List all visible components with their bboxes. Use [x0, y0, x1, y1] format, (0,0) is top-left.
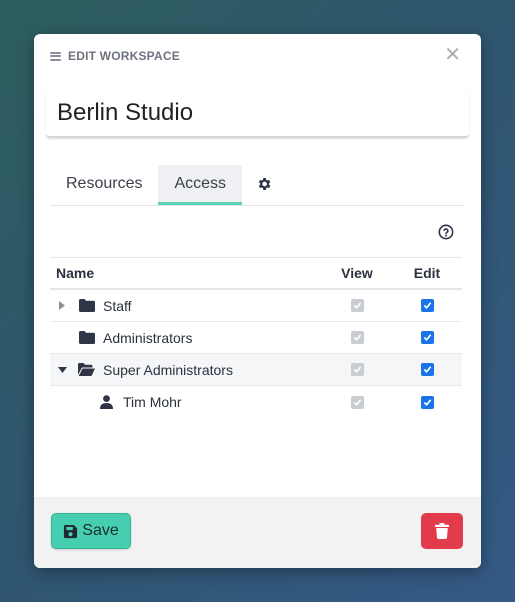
menu-icon — [50, 51, 61, 61]
tab-resources[interactable]: Resources — [50, 165, 158, 205]
folder-open-icon — [78, 363, 95, 377]
delete-button[interactable] — [421, 513, 463, 549]
view-checkbox[interactable] — [350, 299, 364, 312]
view-checkbox[interactable] — [350, 363, 364, 376]
access-grid: Name View Edit Staff Administrators Supe… — [50, 257, 462, 418]
table-row[interactable]: Super Administrators — [50, 354, 462, 386]
dialog-header: EDIT WORKSPACE ✕ — [50, 45, 465, 65]
folder-icon — [78, 299, 95, 313]
save-button[interactable]: Save — [51, 513, 131, 549]
table-row[interactable]: Staff — [50, 290, 462, 322]
folder-icon — [78, 331, 95, 345]
workspace-name-input[interactable] — [46, 90, 469, 138]
caret-down-icon[interactable] — [56, 366, 68, 373]
save-button-label: Save — [82, 522, 119, 539]
edit-checkbox[interactable] — [420, 299, 434, 312]
edit-checkbox[interactable] — [420, 363, 434, 376]
grid-header: Name View Edit — [50, 257, 462, 290]
help-icon[interactable] — [438, 224, 454, 240]
tab-access[interactable]: Access — [158, 165, 243, 205]
floppy-disk-icon — [64, 524, 78, 538]
edit-checkbox[interactable] — [420, 331, 434, 344]
row-label: Staff — [103, 297, 132, 314]
dialog-footer: Save — [34, 497, 481, 568]
table-row[interactable]: Tim Mohr — [50, 386, 462, 418]
row-label: Administrators — [103, 329, 193, 346]
edit-checkbox[interactable] — [420, 395, 434, 409]
view-checkbox[interactable] — [350, 395, 364, 409]
header-name[interactable]: Name — [50, 265, 322, 281]
user-icon — [98, 395, 115, 409]
trash-icon — [435, 523, 449, 539]
close-icon[interactable]: ✕ — [444, 45, 461, 65]
caret-right-icon[interactable] — [56, 301, 68, 310]
header-edit[interactable]: Edit — [392, 265, 462, 281]
header-view[interactable]: View — [322, 265, 392, 281]
gear-icon — [258, 177, 271, 190]
row-label: Super Administrators — [103, 361, 233, 378]
tab-settings[interactable] — [242, 165, 286, 205]
row-label: Tim Mohr — [123, 394, 182, 410]
edit-workspace-dialog: EDIT WORKSPACE ✕ Resources Access Name V… — [34, 34, 481, 568]
view-checkbox[interactable] — [350, 331, 364, 344]
table-row[interactable]: Administrators — [50, 322, 462, 354]
dialog-title: EDIT WORKSPACE — [68, 49, 180, 63]
tab-bar: Resources Access — [50, 165, 465, 206]
